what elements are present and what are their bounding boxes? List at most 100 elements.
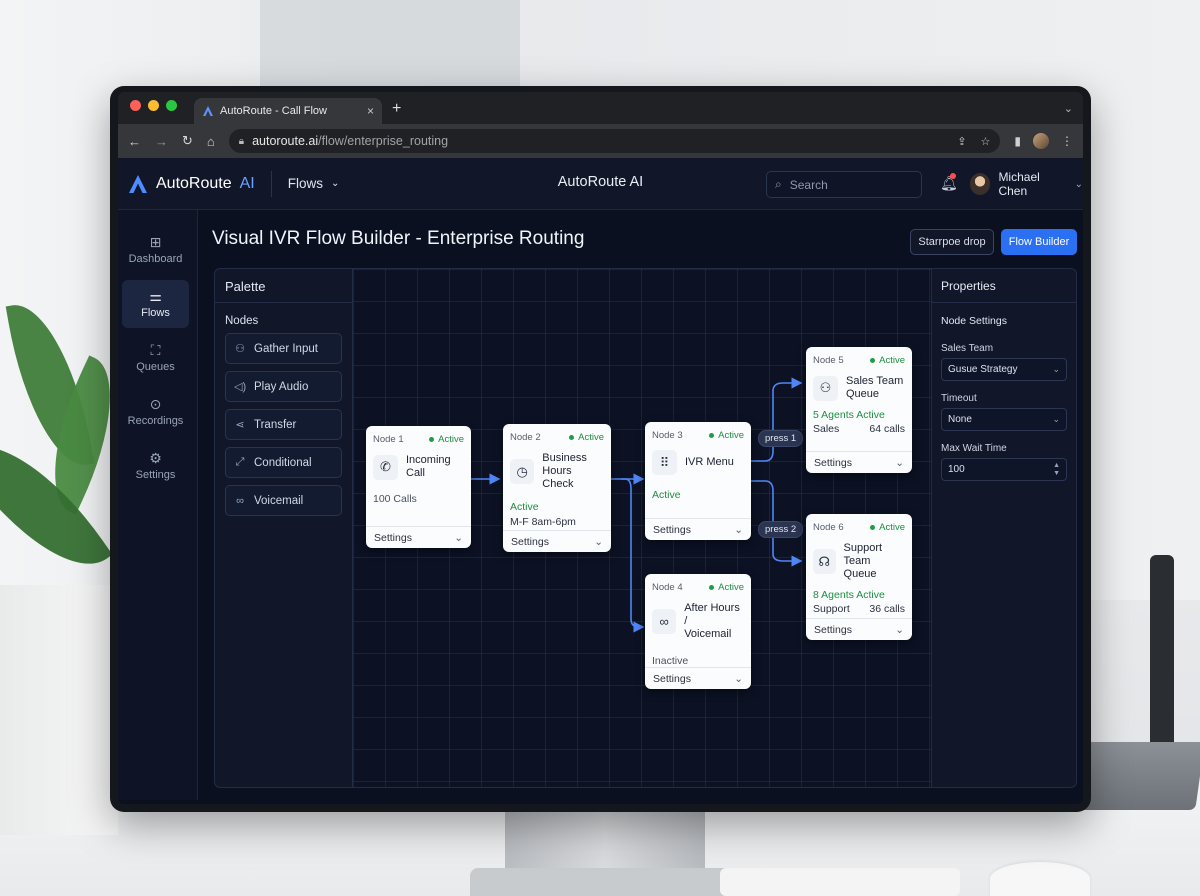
- palette-item-label: Transfer: [254, 418, 297, 431]
- app-logo[interactable]: AutoRoute AI: [128, 174, 255, 194]
- edge-label-press-1[interactable]: press 1: [758, 430, 804, 447]
- select-value: None: [948, 414, 972, 425]
- secondary-button[interactable]: Starrpoe drop: [910, 229, 994, 255]
- palette-item-play-audio[interactable]: ◁) Play Audio: [225, 371, 342, 402]
- sidebar-item-dashboard[interactable]: ⊞ Dashboard: [122, 226, 189, 274]
- background-window: [260, 0, 520, 90]
- node-agents-active: 8 Agents Active: [813, 589, 885, 601]
- node-queue-stats: Sales 64 calls: [813, 423, 905, 435]
- search-input[interactable]: ⌕ Search: [766, 171, 922, 198]
- flow-node-business-hours-check[interactable]: Node 2 Active ◷ Business Hours Check Activ…: [503, 424, 611, 552]
- flow-node-support-team-queue[interactable]: Node 6 Active ☊ Support Team Queue 8 Agent…: [806, 514, 912, 640]
- maximize-window-button[interactable]: [166, 100, 177, 111]
- node-id: Node 1: [373, 434, 404, 445]
- grid-icon: ⊞: [149, 234, 162, 250]
- wire-n3-n5: [751, 377, 803, 462]
- palette-item-label: Play Audio: [254, 380, 309, 393]
- new-tab-icon[interactable]: +: [392, 100, 401, 118]
- flows-dropdown[interactable]: Flows ⌄: [288, 176, 340, 191]
- palette-item-transfer[interactable]: ⋖ Transfer: [225, 409, 342, 440]
- sidebar-item-label: Dashboard: [128, 253, 183, 265]
- sidebar-item-settings[interactable]: ⚙ Settings: [122, 442, 189, 490]
- back-icon[interactable]: ←: [128, 134, 141, 149]
- chevron-down-icon: ⌄: [734, 523, 743, 536]
- search-placeholder: Search: [789, 177, 828, 192]
- speaker-icon: ◁): [234, 381, 247, 393]
- sidebar-item-label: Flows: [141, 307, 170, 319]
- flow-node-sales-team-queue[interactable]: Node 5 Active ⚇ Sales Team Queue 5 Agents …: [806, 347, 912, 473]
- chevron-down-icon: ⌄: [734, 672, 743, 685]
- address-bar[interactable]: 🔒︎ autoroute.ai/flow/enterprise_routing …: [228, 129, 1001, 153]
- browser-tab[interactable]: AutoRoute - Call Flow ×: [194, 98, 382, 124]
- node-id: Node 6: [813, 522, 844, 533]
- node-id: Node 2: [510, 432, 541, 443]
- flow-canvas[interactable]: press 1 press 2 Node 1 Active ✆ Incoming C…: [353, 268, 931, 788]
- close-window-button[interactable]: [130, 100, 141, 111]
- node-settings-dropdown[interactable]: Settings ⌄: [645, 667, 751, 689]
- node-call-count: 100 Calls: [373, 493, 417, 505]
- node-id: Node 4: [652, 582, 683, 593]
- minimize-window-button[interactable]: [148, 100, 159, 111]
- node-settings-dropdown[interactable]: Settings ⌄: [366, 526, 471, 548]
- home-icon[interactable]: ⌂: [207, 134, 215, 149]
- headset-icon: ☊: [813, 549, 836, 574]
- node-settings-dropdown[interactable]: Settings ⌄: [806, 618, 912, 640]
- node-title: Business Hours Check: [542, 452, 587, 490]
- edge-label-press-2[interactable]: press 2: [758, 521, 804, 538]
- window-controls: [130, 100, 177, 111]
- flow-builder-button[interactable]: Flow Builder: [1001, 229, 1077, 255]
- node-state: Active: [510, 501, 539, 513]
- speaker-device: [1150, 555, 1174, 765]
- flow-node-ivr-menu[interactable]: Node 3 Active ⠿ IVR Menu Active Settings ⌄: [645, 422, 751, 540]
- palette-item-voicemail[interactable]: ∞ Voicemail: [225, 485, 342, 516]
- sidebar-item-recordings[interactable]: ⊙ Recordings: [122, 388, 189, 436]
- status-badge: Active: [709, 430, 744, 441]
- flow-node-incoming-call[interactable]: Node 1 Active ✆ Incoming Call 100 Calls Se…: [366, 426, 471, 548]
- logo-text: AutoRoute: [156, 174, 232, 192]
- app-header: AutoRoute AI Flows ⌄ AutoRoute AI ⌕ Sear…: [118, 158, 1083, 210]
- field-label: Timeout: [941, 393, 977, 404]
- play-circle-icon: ⊙: [149, 396, 162, 412]
- bookmark-star-icon[interactable]: ☆: [981, 135, 991, 148]
- node-title: Support Team Queue: [843, 542, 883, 580]
- users-icon: ⚇: [813, 375, 838, 401]
- chevron-down-icon: ⌄: [1074, 178, 1083, 190]
- share-icon[interactable]: ⇪: [957, 135, 966, 148]
- sidebar-item-flows[interactable]: ⚌ Flows: [122, 280, 189, 328]
- close-tab-icon[interactable]: ×: [367, 104, 374, 118]
- browser-menu-icon[interactable]: ⋮: [1061, 134, 1073, 148]
- header-divider: [270, 170, 272, 197]
- field-label: Sales Team: [941, 343, 994, 354]
- status-badge: Active: [429, 434, 464, 445]
- properties-title: Properties: [932, 269, 1076, 303]
- profile-avatar-icon[interactable]: [1033, 133, 1049, 149]
- autoroute-logo-icon: [203, 106, 213, 116]
- forward-icon[interactable]: →: [155, 134, 168, 149]
- max-wait-time-stepper[interactable]: 100 ▲ ▼: [941, 458, 1067, 481]
- clock-icon: ◷: [510, 459, 535, 484]
- flow-node-after-hours-voicemail[interactable]: Node 4 Active ∞ After Hours / Voicemail In…: [645, 574, 751, 689]
- sidebar-item-queues[interactable]: ⛶ Queues: [122, 334, 189, 382]
- sidepanel-icon[interactable]: ▮: [1014, 134, 1021, 148]
- node-settings-dropdown[interactable]: Settings ⌄: [503, 530, 611, 552]
- timeout-select[interactable]: None ⌄: [941, 408, 1067, 431]
- gear-icon: ⚙: [149, 450, 162, 466]
- keyboard: [720, 868, 960, 896]
- reload-icon[interactable]: ↻: [182, 133, 193, 149]
- logo-accent-text: AI: [239, 174, 255, 192]
- queue-strategy-select[interactable]: Gusue Strategy ⌄: [941, 358, 1067, 381]
- palette-item-gather-input[interactable]: ⚇ Gather Input: [225, 333, 342, 364]
- stepper-arrows-icon[interactable]: ▲ ▼: [1053, 462, 1060, 478]
- search-icon: ⌕: [775, 177, 782, 191]
- user-menu[interactable]: Michael Chen ⌄: [970, 170, 1083, 198]
- node-settings-dropdown[interactable]: Settings ⌄: [806, 451, 912, 473]
- palette-item-conditional[interactable]: ⤢ Conditional: [225, 447, 342, 478]
- node-settings-dropdown[interactable]: Settings ⌄: [645, 518, 751, 540]
- mouse: [990, 862, 1090, 896]
- node-title: After Hours / Voicemail: [684, 602, 740, 640]
- palette-section-title: Nodes: [225, 315, 259, 327]
- tab-list-chevron-icon[interactable]: ⌄: [1064, 102, 1073, 115]
- node-id: Node 5: [813, 355, 844, 366]
- node-id: Node 3: [652, 430, 683, 441]
- node-title: Incoming Call: [406, 454, 451, 479]
